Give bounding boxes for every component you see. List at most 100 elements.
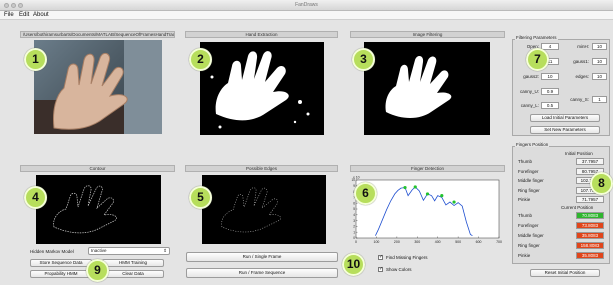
contour-label: Contour [20, 165, 175, 172]
current-position-value: 158.8083 [576, 242, 604, 249]
step-badge-2: 2 [189, 48, 212, 71]
x-tick-label: 0 [355, 240, 357, 244]
current-finger-name: Middle finger [518, 233, 544, 238]
y-tick-label: 4 [353, 213, 355, 217]
hand-mask-image [206, 51, 310, 129]
y-tick-label: 0 [353, 236, 355, 240]
menu-bar: File Edit About [0, 11, 613, 20]
hidden-markov-model-label: Hidden Markov Model [30, 249, 74, 254]
hmm-mode-value: Inactive [91, 248, 107, 253]
y-tick-label: 3 [353, 219, 355, 223]
hand-extraction-label: Hand Extraction [185, 31, 338, 38]
x-tick-label: 300 [414, 240, 420, 244]
canny-u-field[interactable]: 0.9 [541, 88, 559, 95]
store-sequence-data-button[interactable]: Store Sequence Data [30, 259, 92, 267]
minh-label: minH: [577, 44, 589, 49]
current-position-value: 35.8083 [576, 252, 604, 259]
y-exponent-label: x 10 [353, 176, 360, 180]
reset-initial-position-button[interactable]: Reset Initial Position [530, 269, 600, 277]
find-missing-fingers-label: Find Missing Fingers [386, 255, 428, 260]
current-position-value: 70.8083 [576, 212, 604, 219]
propability-hmm-button[interactable]: Propability HMM [30, 270, 92, 278]
current-finger-name: Forefinger [518, 223, 539, 228]
contour-frame [36, 175, 161, 244]
step-badge-7: 7 [526, 48, 549, 71]
canny-u-label: canny_U: [519, 89, 539, 94]
y-tick-label: 6 [353, 201, 355, 205]
y-tick-label: 1 [353, 230, 355, 234]
possible-edges-frame [202, 175, 326, 244]
menu-about[interactable]: About [33, 12, 49, 18]
canny-s-label: canny_S: [570, 97, 589, 102]
possible-edges-label: Possible Edges [185, 165, 338, 172]
filtered-hand-image [385, 56, 452, 119]
select-chevron-icon: ⇕ [163, 248, 167, 253]
canny-l-field[interactable]: 0.5 [541, 102, 559, 109]
gauss1-label: gauss1: [573, 59, 589, 64]
edges-image [221, 187, 281, 233]
current-finger-name: Pinkie [518, 253, 531, 258]
finger-detection-label: Finger Detection [350, 165, 505, 172]
initial-finger-name: Pinkie [518, 197, 531, 202]
x-tick-label: 400 [435, 240, 441, 244]
step-badge-8: 8 [590, 172, 613, 195]
find-missing-fingers-checkbox[interactable]: ✓ [378, 255, 383, 260]
load-initial-parameters-button[interactable]: Load Initial Parameters [530, 114, 600, 122]
current-finger-name: Ring finger [518, 243, 540, 248]
contour-image [53, 185, 117, 234]
current-position-value: 73.8083 [576, 222, 604, 229]
hand-extraction-frame [200, 42, 324, 135]
step-badge-9: 9 [86, 259, 109, 282]
canny-l-label: canny_L: [520, 103, 539, 108]
image-filtering-frame [364, 42, 490, 135]
gauss1-field[interactable]: 10 [592, 58, 607, 65]
step-badge-3: 3 [352, 48, 375, 71]
run-frame-sequence-button[interactable]: Run / Frame Sequence [186, 268, 338, 278]
menu-file[interactable]: File [4, 12, 14, 18]
image-filtering-label: Image Filtering [350, 31, 505, 38]
camera-frame [34, 40, 162, 134]
edges-field[interactable]: 10 [592, 73, 607, 80]
initial-position-header: Initial Position [565, 151, 593, 156]
fingertip-marker [440, 194, 444, 198]
show-colors-label: Show Colors [386, 267, 412, 272]
gauss2-label: gauss2: [523, 74, 539, 79]
minh-field[interactable]: 10 [592, 43, 607, 50]
show-colors-checkbox[interactable]: ✓ [378, 267, 383, 272]
hmm-mode-select[interactable]: Inactive ⇕ [88, 247, 170, 255]
x-tick-label: 500 [455, 240, 461, 244]
menu-edit[interactable]: Edit [19, 12, 29, 18]
window-title: FanDraws [295, 2, 318, 8]
edges-label: edges: [575, 74, 589, 79]
y-tick-label: 5 [353, 207, 355, 211]
source-path-label: /Users/bothiramsurbarts/Documents/MATLAB… [20, 31, 175, 38]
x-tick-label: 100 [374, 240, 380, 244]
current-position-header: Current Position [561, 205, 594, 210]
initial-finger-name: Forefinger [518, 168, 539, 174]
x-tick-label: 200 [394, 240, 400, 244]
canny-s-field[interactable]: 1 [592, 96, 607, 103]
fingertip-marker [425, 192, 430, 196]
fingers-position-title: Fingers Position [515, 142, 550, 147]
plot-area [355, 179, 500, 239]
initial-position-value: 71.7957 [576, 196, 604, 203]
title-bar: FanDraws [0, 0, 613, 11]
current-position-value: 35.8083 [576, 232, 604, 239]
hmm-training-button[interactable]: HMM Training [102, 259, 164, 267]
gauss2-field[interactable]: 10 [541, 73, 559, 80]
step-badge-5: 5 [189, 186, 212, 209]
initial-finger-name: Thumb [518, 159, 533, 164]
initial-position-value: 37.7957 [576, 158, 604, 165]
fingertip-marker [403, 185, 407, 190]
fingertip-marker [452, 200, 456, 204]
current-finger-name: Thumb [518, 213, 533, 218]
step-badge-4: 4 [24, 186, 47, 209]
hand-photo-image [34, 40, 162, 134]
run-single-frame-button[interactable]: Run / Single Frame [186, 252, 338, 262]
initial-finger-name: Ring finger [518, 187, 540, 193]
step-badge-10: 10 [342, 253, 365, 276]
set-new-parameters-button[interactable]: Set New Parameters [530, 126, 600, 134]
clear-data-button[interactable]: Clear Data [102, 270, 164, 278]
x-tick-label: 700 [496, 240, 502, 244]
filtering-parameters-title: Filtering Parameters [515, 35, 558, 40]
